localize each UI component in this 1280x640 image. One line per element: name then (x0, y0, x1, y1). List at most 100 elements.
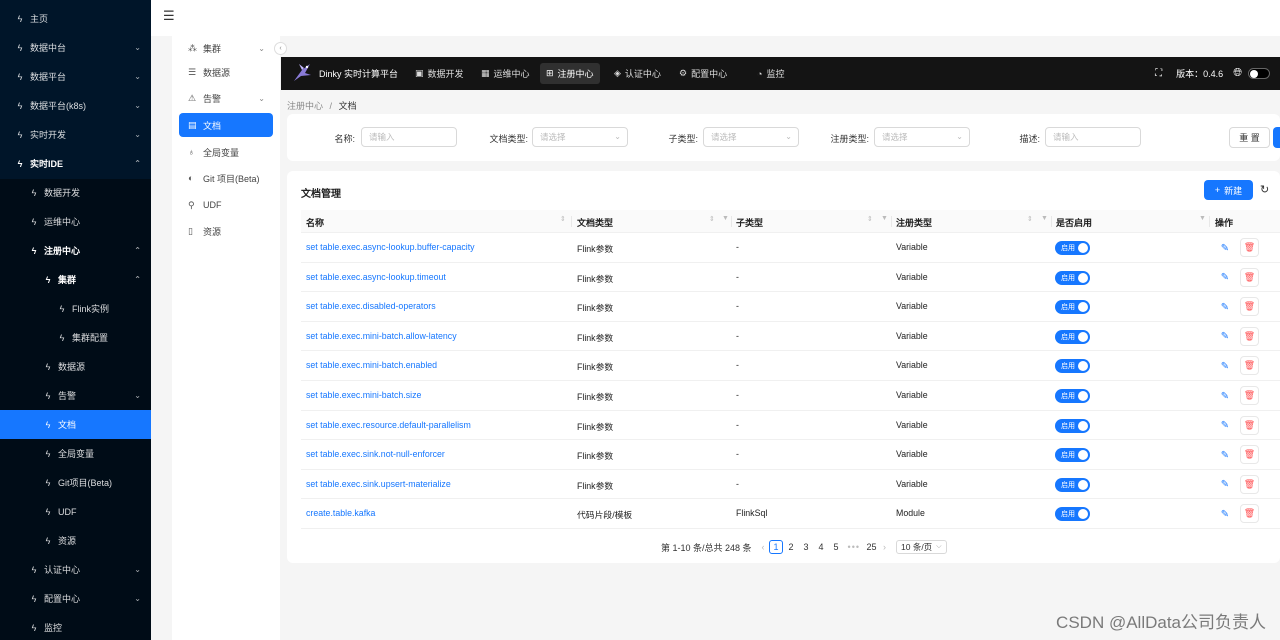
page-3[interactable]: 3 (799, 540, 813, 554)
delete-icon[interactable]: 🗑︎ (1240, 326, 1259, 346)
document-name-link[interactable]: set table.exec.sink.upsert-materialize (306, 479, 451, 489)
page-2[interactable]: 2 (784, 540, 798, 554)
registry-nav-item[interactable]: ♁ 全局变量 (179, 140, 273, 164)
delete-icon[interactable]: 🗑︎ (1240, 386, 1259, 405)
reload-icon[interactable]: ↻ (1260, 183, 1269, 196)
delete-icon[interactable]: 🗑︎ (1240, 504, 1259, 524)
sidebar-item[interactable]: ϟ 全局变量 (0, 439, 151, 468)
pagination-ellipsis[interactable]: ••• (848, 542, 860, 552)
enabled-switch[interactable]: 启用 (1055, 359, 1090, 374)
reset-button[interactable]: 重 置 (1229, 127, 1270, 148)
enabled-switch[interactable]: 启用 (1055, 448, 1090, 463)
page-4[interactable]: 4 (814, 540, 828, 554)
delete-icon[interactable]: 🗑︎ (1240, 297, 1259, 317)
enabled-switch[interactable]: 启用 (1055, 329, 1090, 344)
registry-nav-item[interactable]: ⚠ 告警 ⌄ (179, 86, 273, 110)
sidebar-item[interactable]: ϟ 配置中心 ⌄ (0, 584, 151, 613)
theme-toggle[interactable] (1248, 68, 1270, 79)
sidebar-item[interactable]: ϟ Git项目(Beta) (0, 468, 151, 497)
delete-icon[interactable]: 🗑︎ (1240, 415, 1259, 435)
page-1[interactable]: 1 (769, 540, 784, 554)
search-input[interactable]: 请输入 (361, 127, 457, 147)
edit-icon[interactable]: ✎ (1216, 239, 1234, 257)
sidebar-item[interactable]: ϟ 集群 ⌃ (0, 265, 151, 294)
document-name-link[interactable]: create.table.kafka (306, 508, 375, 518)
sidebar-item[interactable]: ϟ 文档 (0, 410, 151, 439)
sidebar-item[interactable]: ϟ 主页 (0, 4, 151, 33)
registry-nav-item[interactable]: ☰ 数据源 (179, 60, 273, 84)
enabled-switch[interactable]: 启用 (1055, 270, 1090, 285)
header-nav-3[interactable]: ⊞ 注册中心 (540, 63, 600, 84)
enabled-switch[interactable]: 启用 (1055, 507, 1090, 522)
sidebar-item[interactable]: ϟ 认证中心 ⌄ (0, 555, 151, 584)
enabled-switch[interactable]: 启用 (1055, 418, 1090, 433)
edit-icon[interactable]: ✎ (1216, 476, 1234, 494)
next-page-icon[interactable]: › (883, 542, 886, 552)
sidebar-item[interactable]: ϟ Flink实例 (0, 294, 151, 323)
document-name-link[interactable]: set table.exec.disabled-operators (306, 301, 436, 311)
document-name-link[interactable]: set table.exec.sink.not-null-enforcer (306, 449, 445, 459)
document-name-link[interactable]: set table.exec.mini-batch.enabled (306, 360, 437, 370)
language-globe-icon[interactable]: 🌐︎ (1233, 67, 1242, 80)
document-name-link[interactable]: set table.exec.mini-batch.size (306, 390, 421, 400)
sidebar-item[interactable]: ϟ 集群配置 (0, 323, 151, 352)
sidebar-item[interactable]: ϟ 数据平台 ⌄ (0, 62, 151, 91)
delete-icon[interactable]: 🗑︎ (1240, 474, 1259, 494)
page-5[interactable]: 5 (829, 540, 843, 554)
header-nav-2[interactable]: ▦ 运维中心 (475, 63, 536, 84)
edit-icon[interactable]: ✎ (1216, 446, 1234, 464)
sidebar-item[interactable]: ϟ 资源 (0, 526, 151, 555)
registry-nav-item[interactable]: ▯ 资源 (179, 219, 273, 243)
breadcrumb-parent[interactable]: 注册中心 (287, 101, 323, 111)
edit-icon[interactable]: ✎ (1216, 387, 1234, 405)
enabled-switch[interactable]: 启用 (1055, 300, 1090, 315)
page-size-select[interactable]: 10 条/页 ⌵ (896, 540, 947, 554)
sidebar-item[interactable]: ϟ 监控 (0, 613, 151, 640)
sidebar-item[interactable]: ϟ 注册中心 ⌃ (0, 236, 151, 265)
delete-icon[interactable]: 🗑︎ (1240, 445, 1259, 465)
sidebar-item[interactable]: ϟ 告警 ⌄ (0, 381, 151, 410)
enabled-switch[interactable]: 启用 (1055, 477, 1090, 492)
enabled-switch[interactable]: 启用 (1055, 389, 1090, 403)
menu-fold-icon[interactable]: ☰ (163, 8, 175, 24)
filter-icon[interactable]: ▼ (881, 215, 888, 222)
sidebar-item[interactable]: ϟ 实时开发 ⌄ (0, 120, 151, 149)
edit-icon[interactable]: ✎ (1216, 417, 1234, 435)
search-select[interactable]: 请选择 ⌄ (874, 127, 970, 147)
registry-nav-item[interactable]: ◐ Git 项目(Beta) (179, 166, 273, 190)
delete-icon[interactable]: 🗑︎ (1240, 356, 1259, 376)
document-name-link[interactable]: set table.exec.mini-batch.allow-latency (306, 331, 457, 341)
sort-icon[interactable]: ⇕ (560, 215, 566, 223)
header-nav-1[interactable]: ▣ 数据开发 (409, 63, 470, 84)
document-name-link[interactable]: set table.exec.async-lookup.timeout (306, 272, 446, 282)
edit-icon[interactable]: ✎ (1216, 269, 1234, 287)
edit-icon[interactable]: ✎ (1216, 328, 1234, 346)
sidebar-item[interactable]: ϟ 数据平台(k8s) ⌄ (0, 91, 151, 120)
query-button[interactable] (1273, 127, 1280, 148)
registry-nav-item[interactable]: ⚲ UDF (179, 193, 273, 217)
collapse-sidebar-button[interactable]: ‹ (274, 42, 287, 55)
edit-icon[interactable]: ✎ (1216, 357, 1234, 375)
new-document-button[interactable]: + 新建 (1204, 180, 1253, 200)
delete-icon[interactable]: 🗑︎ (1240, 238, 1259, 257)
document-name-link[interactable]: set table.exec.resource.default-parallel… (306, 420, 471, 430)
page-last[interactable]: 25 (865, 540, 879, 554)
document-name-link[interactable]: set table.exec.async-lookup.buffer-capac… (306, 242, 475, 252)
edit-icon[interactable]: ✎ (1216, 298, 1234, 316)
filter-icon[interactable]: ▼ (1041, 215, 1048, 222)
edit-icon[interactable]: ✎ (1216, 505, 1234, 523)
registry-nav-item[interactable]: ⁂ 集群 ⌄ (179, 36, 273, 60)
sort-icon[interactable]: ⇕ (1027, 215, 1033, 223)
fullscreen-icon[interactable]: ⛶ (1155, 68, 1162, 79)
prev-page-icon[interactable]: ‹ (762, 542, 765, 552)
delete-icon[interactable]: 🗑︎ (1240, 267, 1259, 287)
sidebar-item[interactable]: ϟ UDF (0, 497, 151, 526)
search-select[interactable]: 请选择 ⌄ (703, 127, 799, 147)
sidebar-item[interactable]: ϟ 数据中台 ⌄ (0, 33, 151, 62)
header-nav-4[interactable]: ◈ 认证中心 (608, 63, 667, 84)
filter-icon[interactable]: ▼ (1199, 215, 1206, 222)
search-input[interactable]: 请输入 (1045, 127, 1141, 147)
enabled-switch[interactable]: 启用 (1055, 241, 1090, 255)
search-select[interactable]: 请选择 ⌄ (532, 127, 628, 147)
sort-icon[interactable]: ⇕ (709, 215, 715, 223)
